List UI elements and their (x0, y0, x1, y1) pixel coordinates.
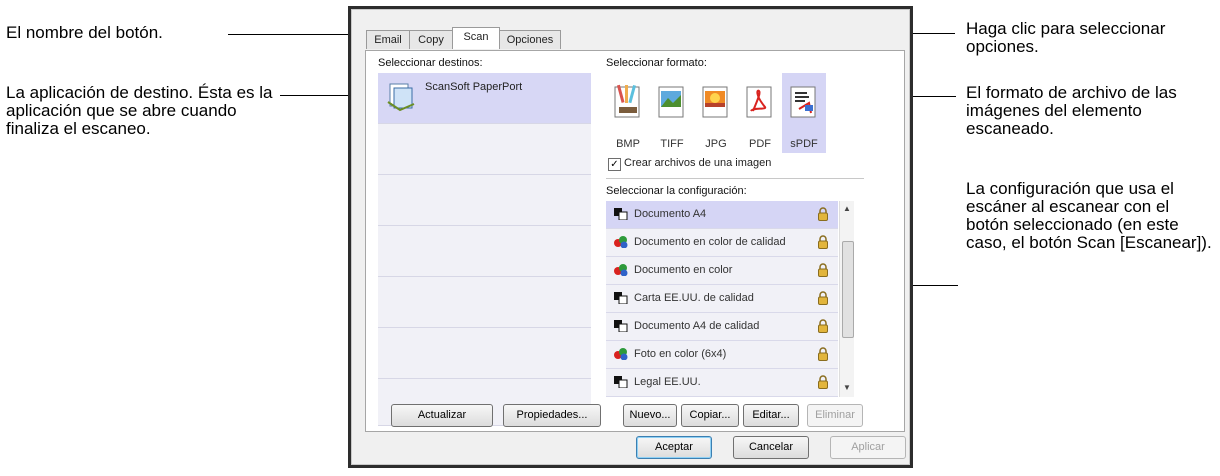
config-label: Documento A4 de calidad (634, 320, 760, 332)
config-item[interactable]: Carta EE.UU. de calidad (606, 285, 838, 313)
destination-label: ScanSoft PaperPort (425, 81, 523, 93)
copy-config-button[interactable]: Copiar... (681, 404, 739, 427)
formats-heading: Seleccionar formato: (606, 57, 707, 69)
format-divider (606, 178, 864, 179)
tab-copy[interactable]: Copy (409, 30, 453, 49)
lock-icon (818, 291, 828, 305)
format-pdf[interactable]: PDF (738, 73, 782, 153)
destination-empty-row (378, 277, 591, 328)
dialog-body: Email Copy Scan Opciones Seleccionar des… (351, 9, 910, 465)
bw-document-icon (614, 376, 628, 388)
paperport-icon (386, 82, 416, 117)
format-label: BMP (616, 138, 640, 150)
destination-empty-row (378, 124, 591, 175)
tiff-image-icon (658, 86, 684, 118)
destination-empty-row (378, 328, 591, 379)
format-tiff[interactable]: TIFF (650, 73, 694, 153)
format-spdf[interactable]: sPDF (782, 73, 826, 153)
apply-button[interactable]: Aplicar (830, 436, 906, 459)
config-item[interactable]: Documento en color (606, 257, 838, 285)
config-item[interactable]: Documento en color de calidad (606, 229, 838, 257)
color-document-icon (614, 264, 628, 276)
config-item[interactable]: Legal EE.UU. (606, 369, 838, 397)
tab-email[interactable]: Email (366, 30, 410, 49)
format-label: PDF (749, 138, 771, 150)
config-scrollbar[interactable]: ▲ ▼ (839, 201, 854, 397)
configuration-list[interactable]: Documento A4 Documento en color de calid… (606, 201, 854, 397)
format-selector: BMP TIFF JPG PDF sPDF (606, 73, 870, 153)
cancel-button[interactable]: Cancelar (733, 436, 809, 459)
properties-button[interactable]: Propiedades... (503, 404, 601, 427)
config-item[interactable]: Foto en color (6x4) (606, 341, 838, 369)
paint-icon (614, 84, 640, 118)
single-image-label: Crear archivos de una imagen (624, 157, 772, 169)
config-label: Carta EE.UU. de calidad (634, 292, 754, 304)
lock-icon (818, 263, 828, 277)
config-label: Foto en color (6x4) (634, 348, 727, 360)
searchable-pdf-icon (790, 86, 816, 118)
callout-destination-app: La aplicación de destino. Ésta es la apl… (6, 83, 273, 138)
format-label: sPDF (790, 138, 818, 150)
callout-options: Haga clic para seleccionar opciones. (966, 19, 1166, 56)
destination-empty-row (378, 175, 591, 226)
config-label: Legal EE.UU. (634, 376, 701, 388)
bw-document-icon (614, 292, 628, 304)
bw-document-icon (614, 320, 628, 332)
edit-config-button[interactable]: Editar... (743, 404, 799, 427)
new-config-button[interactable]: Nuevo... (623, 404, 677, 427)
scan-dialog: Email Copy Scan Opciones Seleccionar des… (348, 6, 913, 468)
format-label: JPG (705, 138, 727, 150)
config-item[interactable]: Documento A4 (606, 201, 838, 229)
callout-file-format: El formato de archivo de las imágenes de… (966, 83, 1177, 138)
scan-tab-panel: Seleccionar destinos: ScanSoft PaperPort (365, 50, 905, 432)
lock-icon (818, 207, 828, 221)
scroll-down-icon[interactable]: ▼ (840, 383, 854, 392)
scroll-thumb[interactable] (842, 241, 854, 338)
delete-config-button[interactable]: Eliminar (807, 404, 863, 427)
scroll-up-icon[interactable]: ▲ (840, 204, 854, 213)
lock-icon (818, 235, 828, 249)
bw-document-icon (614, 208, 628, 220)
lock-icon (818, 319, 828, 333)
callout-configuration: La configuración que usa el escáner al e… (966, 179, 1212, 252)
single-image-checkbox[interactable]: ✓ (608, 158, 621, 171)
format-bmp[interactable]: BMP (606, 73, 650, 153)
tab-opciones[interactable]: Opciones (499, 30, 561, 49)
ok-button[interactable]: Aceptar (636, 436, 712, 459)
destination-empty-row (378, 226, 591, 277)
callout-button-name: El nombre del botón. (6, 23, 163, 42)
config-label: Documento A4 (634, 208, 707, 220)
jpg-image-icon (702, 86, 728, 118)
destination-item-paperport[interactable]: ScanSoft PaperPort (378, 73, 591, 124)
pdf-icon (746, 86, 772, 118)
config-item[interactable]: Documento A4 de calidad (606, 313, 838, 341)
refresh-button[interactable]: Actualizar (391, 404, 493, 427)
format-label: TIFF (660, 138, 684, 150)
destinations-heading: Seleccionar destinos: (378, 57, 483, 69)
color-document-icon (614, 348, 628, 360)
config-label: Documento en color de calidad (634, 236, 786, 248)
lock-icon (818, 375, 828, 389)
config-label: Documento en color (634, 264, 733, 276)
color-document-icon (614, 236, 628, 248)
lock-icon (818, 347, 828, 361)
destination-list[interactable]: ScanSoft PaperPort (378, 73, 591, 426)
configurations-heading: Seleccionar la configuración: (606, 185, 747, 197)
tab-scan[interactable]: Scan (452, 27, 500, 49)
format-jpg[interactable]: JPG (694, 73, 738, 153)
